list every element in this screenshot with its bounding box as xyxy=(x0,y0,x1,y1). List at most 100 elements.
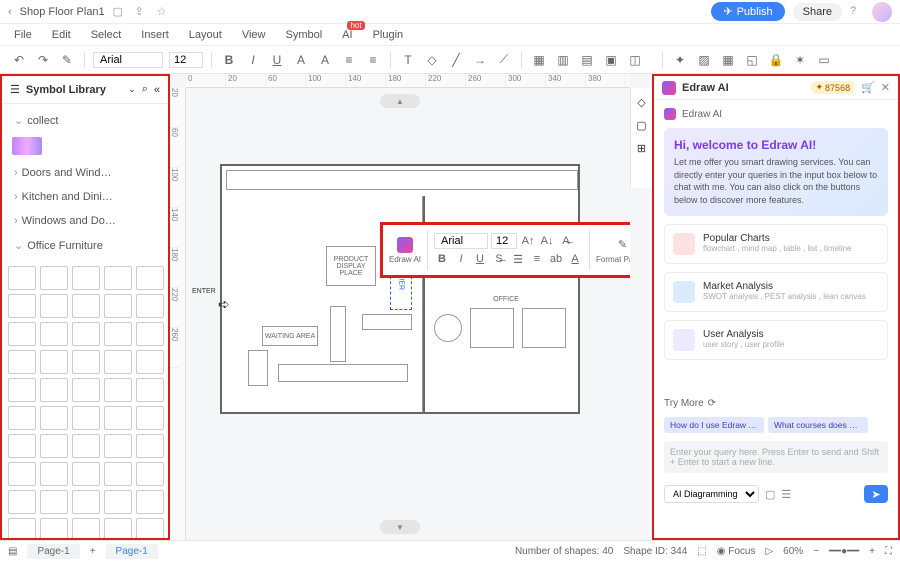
card-user-analysis[interactable]: User Analysisuser story , user profile xyxy=(664,320,888,360)
menu-file[interactable]: File xyxy=(14,29,32,41)
suggestion-chip[interactable]: What courses does Edraw … xyxy=(768,417,868,433)
undo-icon[interactable]: ↶ xyxy=(10,51,28,69)
align-obj-icon[interactable]: ▥ xyxy=(554,51,572,69)
menu-view[interactable]: View xyxy=(242,29,266,41)
zoom-out-button[interactable]: − xyxy=(813,546,819,557)
category-kitchen[interactable]: Kitchen and Dini… xyxy=(2,185,168,209)
line-icon[interactable]: ╱ xyxy=(447,51,465,69)
float-font-select[interactable] xyxy=(434,233,488,249)
fullscreen-icon[interactable]: ⛶ xyxy=(885,546,892,557)
menu-edit[interactable]: Edit xyxy=(52,29,71,41)
font-select[interactable] xyxy=(93,52,163,68)
menu-plugin[interactable]: Plugin xyxy=(373,29,404,41)
history-icon[interactable]: ☰ xyxy=(781,488,791,501)
shape-item[interactable] xyxy=(72,406,100,430)
category-office[interactable]: Office Furniture xyxy=(2,233,168,258)
shape-item[interactable] xyxy=(72,434,100,458)
shape-item[interactable] xyxy=(136,434,164,458)
scroll-up-button[interactable]: ▲ xyxy=(380,94,420,108)
image-icon[interactable]: ▨ xyxy=(695,51,713,69)
shape-item[interactable] xyxy=(136,378,164,402)
cart-icon[interactable]: 🛒 xyxy=(861,81,875,94)
zoom-slider[interactable]: ━━●━━ xyxy=(829,546,859,557)
shape-item[interactable] xyxy=(8,266,36,290)
shape-item[interactable] xyxy=(8,490,36,514)
shape-item[interactable] xyxy=(40,378,68,402)
pages-icon[interactable]: ▤ xyxy=(8,546,17,557)
layer-icon[interactable]: ▣ xyxy=(602,51,620,69)
shape-item[interactable] xyxy=(72,266,100,290)
underline-icon[interactable]: U xyxy=(472,251,488,267)
shape-item[interactable] xyxy=(40,518,68,538)
shape-item[interactable] xyxy=(8,462,36,486)
theme-tab-icon[interactable]: ▢ xyxy=(636,119,646,132)
underline-icon[interactable]: U xyxy=(268,51,286,69)
category-windows[interactable]: Windows and Do… xyxy=(2,209,168,233)
shape-item[interactable] xyxy=(136,462,164,486)
shape-item[interactable] xyxy=(104,378,132,402)
shape-item[interactable] xyxy=(72,350,100,374)
font-color-icon[interactable]: A xyxy=(567,251,583,267)
italic-icon[interactable]: I xyxy=(453,251,469,267)
shape-item[interactable] xyxy=(104,490,132,514)
publish-button[interactable]: ✈ Publish xyxy=(711,2,784,21)
export-icon[interactable]: ⇪ xyxy=(135,5,149,19)
ai-credits-badge[interactable]: ✦ 87568 xyxy=(811,81,856,94)
redo-icon[interactable]: ↷ xyxy=(34,51,52,69)
layers-icon[interactable]: ⬚ xyxy=(697,546,706,557)
focus-toggle[interactable]: ◉ Focus xyxy=(717,546,756,557)
align-icon[interactable]: ≡ xyxy=(340,51,358,69)
shape-item[interactable] xyxy=(104,518,132,538)
shape-item[interactable] xyxy=(104,294,132,318)
shape-item[interactable] xyxy=(8,434,36,458)
group-icon[interactable]: ▦ xyxy=(530,51,548,69)
decrease-font-icon[interactable]: A↓ xyxy=(539,233,555,249)
float-size-select[interactable] xyxy=(491,233,517,249)
canvas[interactable]: 02060100140180220260300340380 2060100140… xyxy=(170,74,630,540)
zoom-level[interactable]: 60% xyxy=(783,546,803,557)
room-product[interactable]: PRODUCT DISPLAY PLACE xyxy=(326,246,376,286)
menu-select[interactable]: Select xyxy=(91,29,122,41)
italic-icon[interactable]: I xyxy=(244,51,262,69)
page-tab[interactable]: Page-1 xyxy=(27,544,79,559)
search-icon[interactable]: ⌕ xyxy=(142,83,148,96)
fill-icon[interactable]: ◇ xyxy=(423,51,441,69)
user-avatar[interactable] xyxy=(872,2,892,22)
shape-item[interactable] xyxy=(72,378,100,402)
text-icon[interactable]: T xyxy=(399,51,417,69)
shape-item[interactable] xyxy=(136,322,164,346)
shape-item[interactable] xyxy=(104,322,132,346)
suggestion-chip[interactable]: How do I use Edraw AI for … xyxy=(664,417,764,433)
shape-item[interactable] xyxy=(136,490,164,514)
shape-item[interactable] xyxy=(8,378,36,402)
shape-item[interactable] xyxy=(136,266,164,290)
menu-layout[interactable]: Layout xyxy=(189,29,222,41)
scroll-down-button[interactable]: ▼ xyxy=(380,520,420,534)
shape-item[interactable] xyxy=(40,434,68,458)
lock-icon[interactable]: 🔒 xyxy=(767,51,785,69)
font-color-icon[interactable]: A xyxy=(292,51,310,69)
shape-item[interactable] xyxy=(72,518,100,538)
arrow-icon[interactable]: → xyxy=(471,51,489,69)
back-button[interactable]: ‹ xyxy=(8,6,12,18)
room-waiting[interactable]: WAITING AREA xyxy=(262,326,318,346)
shape-item[interactable] xyxy=(40,322,68,346)
shape-item[interactable] xyxy=(40,490,68,514)
shape-item[interactable] xyxy=(136,350,164,374)
shape-item[interactable] xyxy=(40,350,68,374)
shape-item[interactable] xyxy=(40,406,68,430)
play-icon[interactable]: ▷ xyxy=(765,546,773,557)
shape-item[interactable] xyxy=(40,266,68,290)
shape-item[interactable] xyxy=(104,462,132,486)
share-button[interactable]: Share xyxy=(793,3,842,21)
highlight-icon[interactable]: A xyxy=(316,51,334,69)
number-list-icon[interactable]: ≡ xyxy=(529,251,545,267)
shape-item[interactable] xyxy=(8,350,36,374)
attach-icon[interactable]: ▢ xyxy=(765,488,775,501)
send-button[interactable]: ➤ xyxy=(864,485,888,503)
settings-icon[interactable]: ▭ xyxy=(815,51,833,69)
close-icon[interactable]: ✕ xyxy=(881,81,890,94)
ai-query-input[interactable]: Enter your query here. Press Enter to se… xyxy=(664,441,888,473)
effects-icon[interactable]: ✶ xyxy=(791,51,809,69)
strike-icon[interactable]: S̶ xyxy=(491,251,507,267)
